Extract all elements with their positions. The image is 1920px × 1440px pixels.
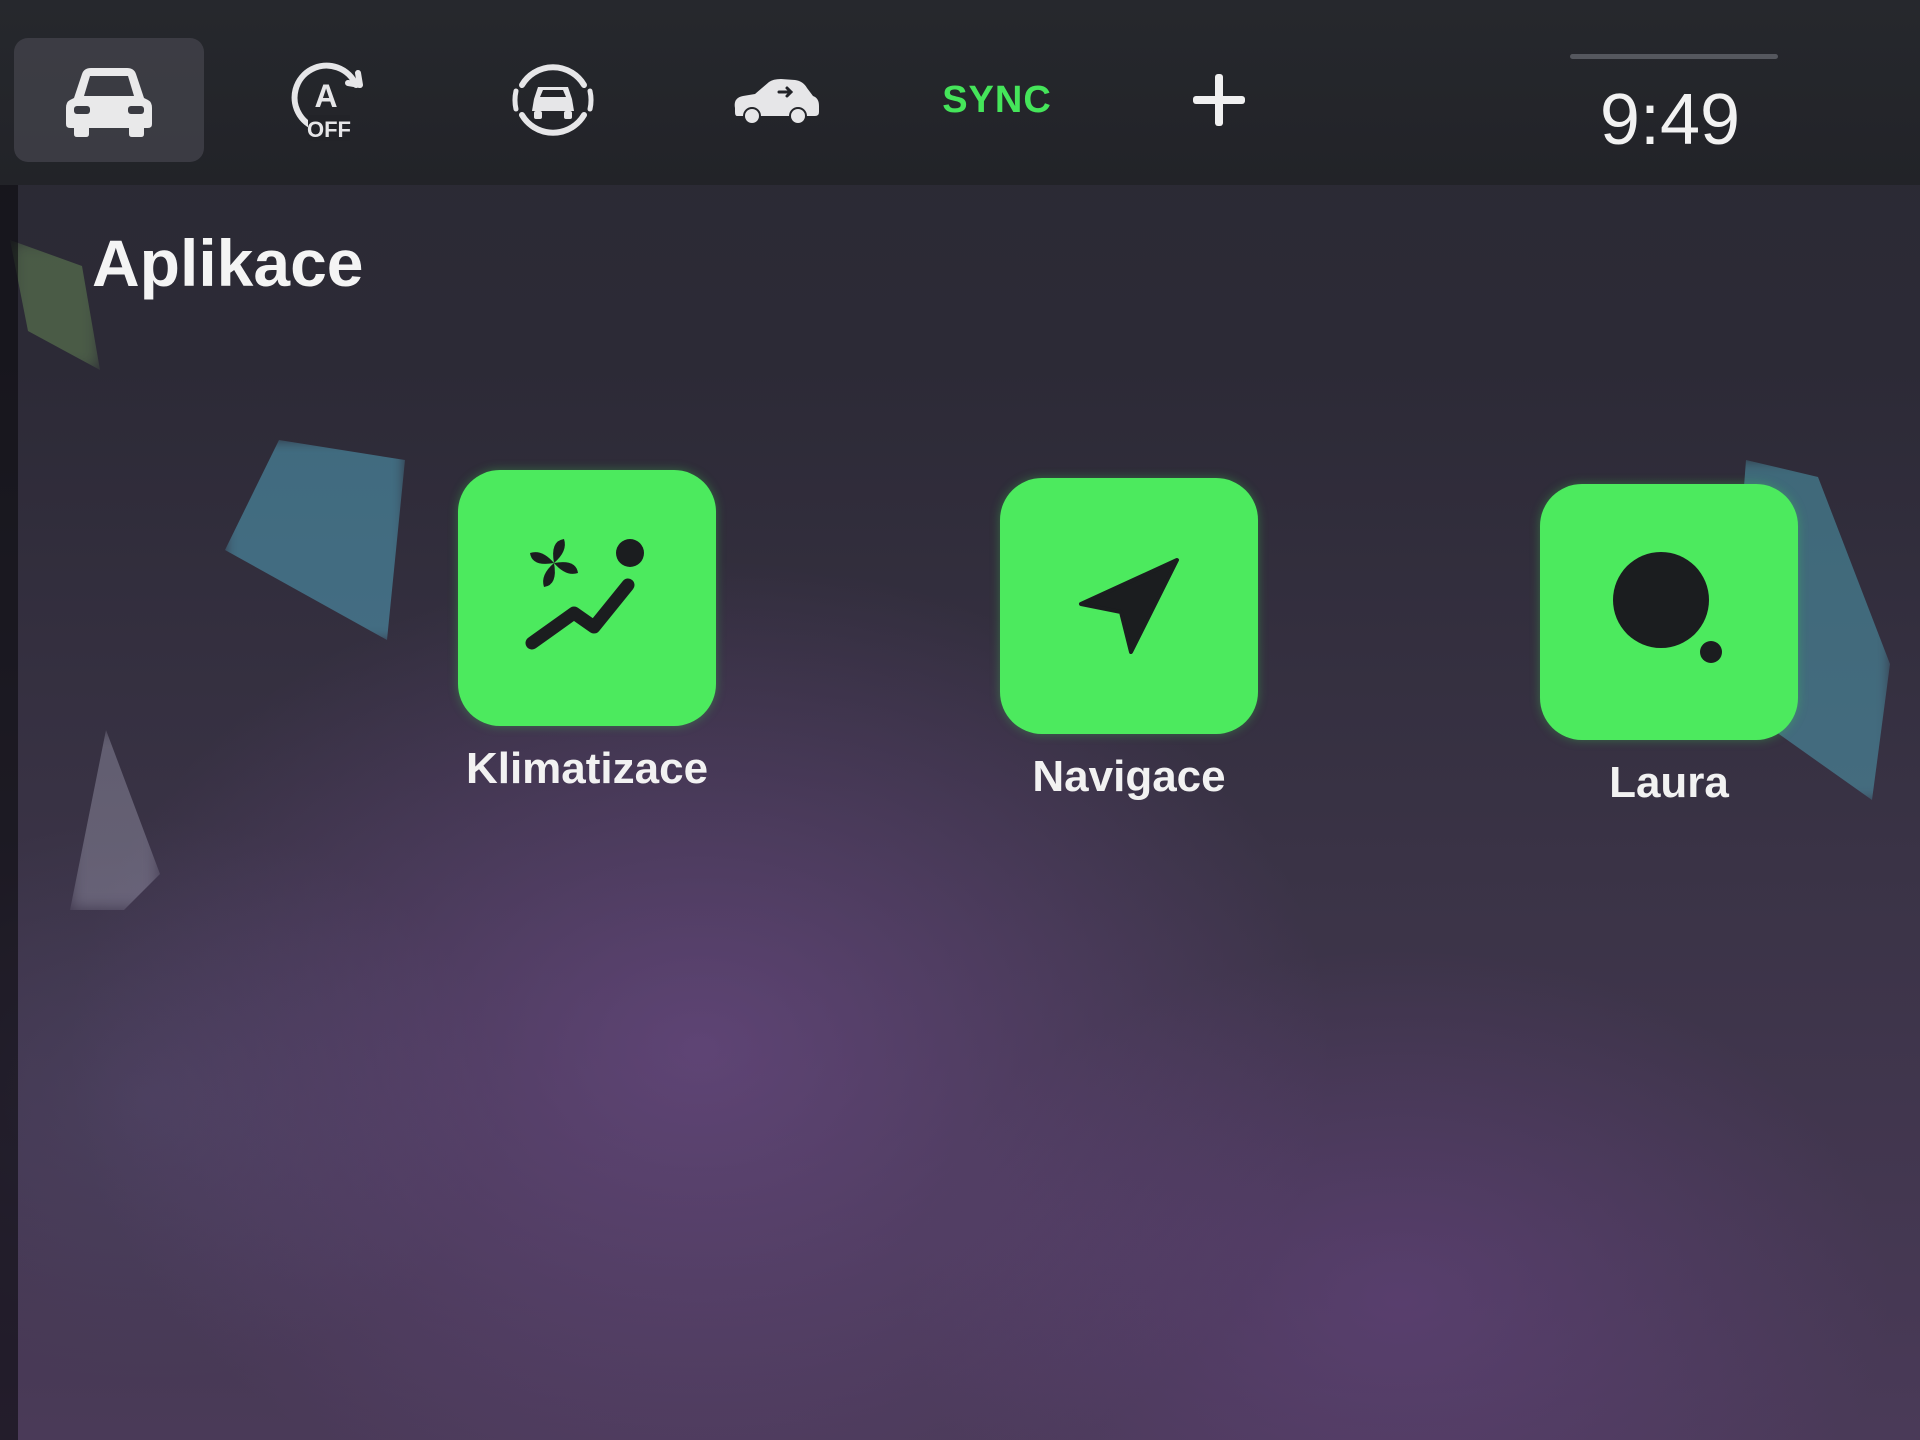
svg-text:A: A: [314, 78, 337, 114]
clock-divider: [1570, 54, 1778, 59]
infotainment-screen: A OFF SYNC 9:49 Aplikace Klimatizace Nav…: [0, 0, 1920, 1440]
app-tile[interactable]: [1540, 484, 1798, 740]
app-tile[interactable]: [1000, 478, 1258, 734]
sync-label: SYNC: [942, 78, 1052, 121]
app-label: Navigace: [1032, 752, 1226, 801]
reflection: [10, 240, 100, 370]
clock: 9:49: [1599, 80, 1741, 160]
driver-assist-button[interactable]: [458, 38, 648, 162]
app-klimatizace[interactable]: Klimatizace: [458, 470, 716, 794]
climate-fan-seat-icon: [525, 539, 644, 650]
app-label: Laura: [1609, 758, 1729, 807]
app-label: Klimatizace: [465, 744, 709, 793]
off-sublabel: OFF: [307, 117, 351, 142]
sync-button[interactable]: SYNC: [902, 38, 1092, 162]
car-icon: [66, 68, 152, 137]
bezel-edge: [0, 180, 18, 1440]
top-status-bar: A OFF SYNC 9:49: [0, 0, 1920, 185]
page-title: Aplikace: [92, 226, 364, 300]
app-tile[interactable]: [458, 470, 716, 726]
add-button[interactable]: [1124, 38, 1314, 162]
car-side-icon: [734, 79, 819, 123]
navigation-arrow-icon: [1079, 558, 1179, 654]
auto-start-stop-off-icon: A OFF: [291, 62, 363, 142]
app-navigace[interactable]: Navigace: [1000, 478, 1258, 802]
app-laura[interactable]: Laura: [1540, 484, 1798, 808]
add-icon: [1193, 74, 1245, 126]
driver-assist-icon: [512, 64, 594, 136]
car-side-button[interactable]: [680, 38, 870, 162]
reflection: [225, 440, 405, 640]
laura-assistant-icon: [1613, 552, 1722, 663]
reflection: [70, 730, 160, 910]
auto-start-stop-button[interactable]: A OFF: [236, 38, 426, 162]
car-button[interactable]: [14, 38, 204, 162]
